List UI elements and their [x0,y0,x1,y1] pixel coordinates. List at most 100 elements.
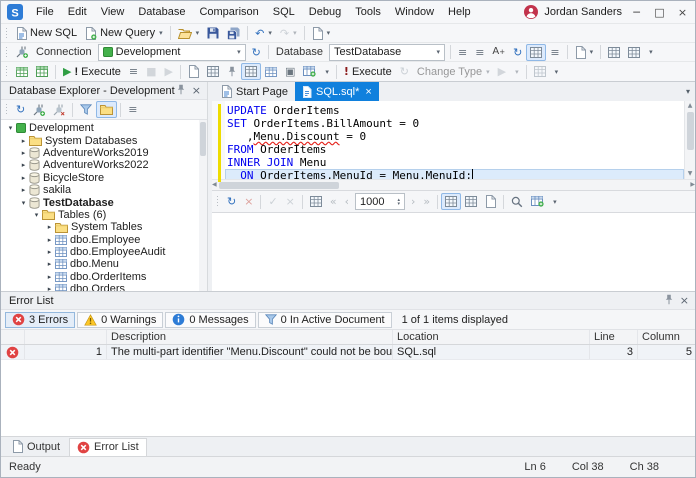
export-grid-button[interactable] [527,193,548,210]
code-area[interactable]: UPDATE OrderItems SET OrderItems.BillAmou… [212,101,695,182]
prev-page-button[interactable]: ‹ [341,193,353,210]
code-line-2[interactable]: SET OrderItems.BillAmount = 0 [225,117,684,130]
scroll-down-icon[interactable]: ▼ [688,169,693,179]
pin-icon[interactable] [176,84,186,98]
tree-item[interactable]: ▾ TestDatabase [1,196,207,209]
sql-editor[interactable]: UPDATE OrderItems SET OrderItems.BillAmou… [225,101,684,179]
expand-arrow-icon[interactable]: ▸ [44,248,55,256]
error-row[interactable]: 1 The multi-part identifier "Menu.Discoun… [1,345,695,360]
tree-item[interactable]: ▸ AdventureWorks2019 [1,147,207,159]
tree-item[interactable]: ▸ dbo.OrderItems [1,271,207,283]
find-data-button[interactable] [507,193,527,210]
expand-arrow-icon[interactable]: ▸ [44,236,55,244]
new-query-button[interactable]: New Query ▾ [81,25,167,42]
column-header-description[interactable]: Description [107,330,393,344]
snippets-button[interactable]: ≡ [546,44,563,61]
apply-changes-button[interactable]: ▶ [494,63,510,80]
code-completion-button[interactable] [526,43,547,61]
more-options-button[interactable]: ▾ [644,44,657,61]
tree-item[interactable]: ▸ sakila [1,184,207,196]
maximize-button[interactable]: □ [651,6,668,19]
app-logo-icon[interactable]: S [7,4,23,20]
new-connection-button[interactable] [12,44,32,61]
indent-button[interactable]: ≡ [454,44,471,61]
undo-button[interactable]: ↶ ▾ [251,25,276,42]
tree-item[interactable]: ▸ dbo.Orders [1,283,207,291]
connect-button[interactable] [29,101,49,118]
scroll-left-icon[interactable]: ◀ [212,180,217,190]
collapse-arrow-icon[interactable]: ▾ [18,199,29,207]
font-size-button[interactable]: A+ [488,44,509,61]
grid-more-button[interactable]: ▾ [548,193,561,210]
next-page-button[interactable]: › [407,193,419,210]
first-page-button[interactable]: « [326,193,341,210]
scrollbar-thumb[interactable] [200,122,206,156]
tree-scrollbar[interactable] [199,120,207,291]
scrollbar-thumb[interactable] [218,181,339,189]
code-line-3[interactable]: ,Menu.Discount = 0 [225,130,684,143]
editor-vertical-scrollbar[interactable]: ▲ ▼ [684,101,695,179]
expand-arrow-icon[interactable]: ▸ [18,161,29,169]
execute-button[interactable]: ▶! Execute [59,63,125,80]
pivot-view-button[interactable] [461,193,481,210]
pin-icon[interactable] [664,294,674,308]
results-grid-button[interactable] [203,63,223,80]
scrollbar-thumb[interactable] [686,112,694,150]
close-icon[interactable]: × [680,295,689,306]
tree-item[interactable]: ▸ dbo.Employee [1,234,207,246]
menu-tools[interactable]: Tools [348,3,388,21]
collapse-arrow-icon[interactable]: ▾ [31,211,42,219]
layout-toggle-button[interactable] [240,63,261,80]
templates-button[interactable]: ▾ [571,44,598,61]
column-header-line[interactable]: Line [590,330,638,344]
close-icon[interactable]: × [192,85,201,96]
save-all-button[interactable] [223,25,244,42]
cancel-edits-button[interactable]: × [282,193,299,210]
column-header-location[interactable]: Location [393,330,590,344]
change-type-button[interactable]: Change Type ▾ [413,63,494,80]
refresh-data-button[interactable]: ↻ [223,193,240,210]
expand-arrow-icon[interactable]: ▸ [44,273,55,281]
warnings-filter[interactable]: 0 Warnings [77,311,164,328]
layout-grid-button[interactable] [604,44,624,61]
menu-sql[interactable]: SQL [266,3,302,21]
database-combo[interactable]: TestDatabase ▾ [328,43,445,61]
page-size[interactable]: 1000 ▴ ▾ [355,193,406,210]
pin-results-button[interactable] [223,63,241,80]
minimize-button[interactable]: ─ [628,6,645,19]
collapse-arrow-icon[interactable]: ▾ [5,124,16,132]
refresh-schema-button[interactable]: ↻ [509,44,526,61]
column-header-blank[interactable] [1,330,25,344]
tree-item[interactable]: ▸ System Tables [1,221,207,233]
stop-fetch-button[interactable]: × [240,193,257,210]
disconnect-button[interactable] [49,101,69,118]
scroll-up-icon[interactable]: ▲ [688,101,693,111]
document-view-button[interactable] [184,63,203,80]
tab-start-page[interactable]: Start Page [214,82,295,101]
menu-view[interactable]: View [94,3,132,21]
execute-current-button[interactable]: ! Execute [340,63,396,80]
code-line-5[interactable]: INNER JOIN Menu [225,156,684,169]
menu-edit[interactable]: Edit [61,3,94,21]
column-header-blank[interactable] [25,330,107,344]
expand-arrow-icon[interactable]: ▸ [44,260,55,268]
expand-arrow-icon[interactable]: ▸ [18,174,29,182]
refresh-results-button[interactable]: ↻ [396,63,413,80]
tab-sql-sql[interactable]: SQL.sql* × [294,82,379,101]
comment-button[interactable]: ≡ [471,44,488,61]
group-by-folders-button[interactable] [96,101,118,118]
snapshot-button[interactable]: ▣ [281,63,299,80]
last-page-button[interactable]: » [419,193,434,210]
menu-debug[interactable]: Debug [302,3,348,21]
close-button[interactable]: × [674,6,691,19]
design-table-button[interactable] [12,63,32,80]
execute-more-button[interactable]: ▾ [510,63,523,80]
save-button[interactable] [203,25,223,42]
errors-filter[interactable]: 3 Errors [5,311,76,328]
expand-arrow-icon[interactable]: ▸ [18,149,29,157]
toolbar-grip[interactable] [5,26,9,40]
tree-item[interactable]: ▾ Development [1,122,207,134]
scroll-right-icon[interactable]: ▶ [690,180,695,190]
redo-button[interactable]: ↷ ▾ [276,25,301,42]
tree-item[interactable]: ▸ dbo.EmployeeAudit [1,246,207,258]
